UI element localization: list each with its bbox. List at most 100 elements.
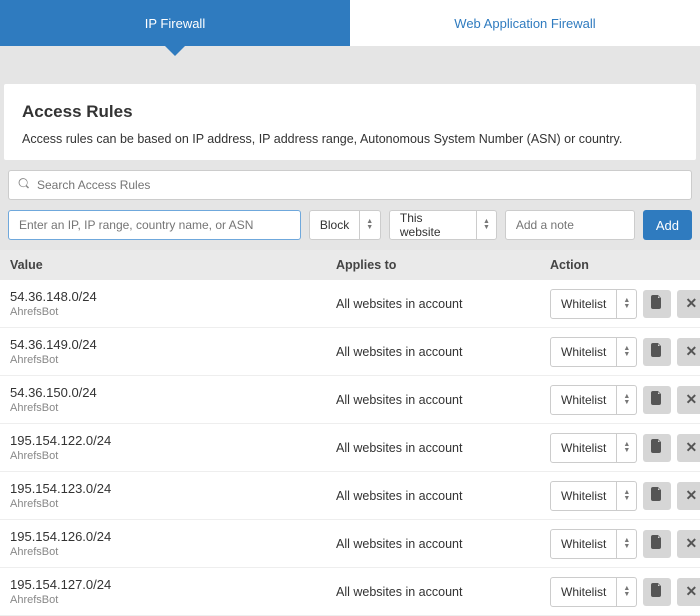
scope-select[interactable]: This website ▲▼	[389, 210, 497, 240]
close-icon: ✕	[685, 487, 697, 504]
table-row: 195.154.127.0/24AhrefsBotAll websites in…	[0, 568, 700, 616]
rule-value: 54.36.150.0/24	[10, 385, 336, 400]
search-input[interactable]	[8, 170, 692, 200]
applies-text: All websites in account	[336, 537, 462, 551]
controls: Block ▲▼ This website ▲▼ Add	[0, 160, 700, 240]
row-action-select[interactable]: Whitelist▲▼	[550, 337, 637, 367]
delete-button[interactable]: ✕	[677, 482, 700, 510]
action-type-label: Block	[310, 218, 359, 232]
action-group: Whitelist▲▼ ✕	[550, 529, 700, 559]
tab-waf[interactable]: Web Application Firewall	[350, 0, 700, 46]
delete-button[interactable]: ✕	[677, 338, 700, 366]
rule-note: AhrefsBot	[10, 354, 336, 366]
rule-value: 54.36.148.0/24	[10, 289, 336, 304]
close-icon: ✕	[685, 583, 697, 600]
scope-label: This website	[390, 211, 476, 239]
applies-text: All websites in account	[336, 585, 462, 599]
heading-panel: Access Rules Access rules can be based o…	[4, 84, 696, 160]
edit-note-button[interactable]	[643, 338, 671, 366]
ip-input[interactable]	[8, 210, 301, 240]
edit-note-button[interactable]	[643, 434, 671, 462]
document-icon	[651, 487, 663, 504]
cell-action: Whitelist▲▼ ✕	[550, 481, 700, 511]
cell-applies: All websites in account	[336, 344, 550, 359]
edit-note-button[interactable]	[643, 482, 671, 510]
chevron-updown-icon: ▲▼	[616, 434, 636, 462]
row-action-select[interactable]: Whitelist▲▼	[550, 577, 637, 607]
close-icon: ✕	[685, 391, 697, 408]
table-row: 54.36.148.0/24AhrefsBotAll websites in a…	[0, 280, 700, 328]
tab-gap	[0, 46, 700, 84]
applies-text: All websites in account	[336, 297, 462, 311]
cell-action: Whitelist▲▼ ✕	[550, 337, 700, 367]
tab-waf-label: Web Application Firewall	[454, 16, 595, 31]
cell-value: 195.154.127.0/24AhrefsBot	[10, 577, 336, 606]
tabs: IP Firewall Web Application Firewall	[0, 0, 700, 46]
table-header: Value Applies to Action	[0, 250, 700, 280]
row-action-select[interactable]: Whitelist▲▼	[550, 433, 637, 463]
document-icon	[651, 583, 663, 600]
close-icon: ✕	[685, 535, 697, 552]
cell-applies: All websites in account	[336, 440, 550, 455]
chevron-updown-icon: ▲▼	[616, 530, 636, 558]
rule-value: 195.154.122.0/24	[10, 433, 336, 448]
delete-button[interactable]: ✕	[677, 434, 700, 462]
table-row: 54.36.150.0/24AhrefsBotAll websites in a…	[0, 376, 700, 424]
cell-value: 54.36.149.0/24 AhrefsBot	[10, 337, 336, 366]
action-type-select[interactable]: Block ▲▼	[309, 210, 381, 240]
table-row: 195.154.122.0/24AhrefsBotAll websites in…	[0, 424, 700, 472]
cell-value: 195.154.123.0/24 AhrefsBot	[10, 481, 336, 510]
applies-text: All websites in account	[336, 393, 462, 407]
note-input[interactable]	[505, 210, 635, 240]
delete-button[interactable]: ✕	[677, 386, 700, 414]
tab-ip-firewall[interactable]: IP Firewall	[0, 0, 350, 46]
cell-action: Whitelist▲▼ ✕	[550, 577, 700, 607]
row-action-select[interactable]: Whitelist▲▼	[550, 385, 637, 415]
row-action-label: Whitelist	[551, 441, 616, 455]
delete-button[interactable]: ✕	[677, 530, 700, 558]
rule-value: 54.36.149.0/24	[10, 337, 336, 352]
th-action: Action	[550, 258, 690, 272]
action-group: Whitelist▲▼ ✕	[550, 577, 700, 607]
cell-applies: All websites in account	[336, 488, 550, 503]
delete-button[interactable]: ✕	[677, 290, 700, 318]
add-rule-row: Block ▲▼ This website ▲▼ Add	[8, 210, 692, 240]
row-action-label: Whitelist	[551, 489, 616, 503]
delete-button[interactable]: ✕	[677, 578, 700, 606]
cell-applies: All websites in account	[336, 536, 550, 551]
edit-note-button[interactable]	[643, 290, 671, 318]
chevron-updown-icon: ▲▼	[616, 338, 636, 366]
row-action-select[interactable]: Whitelist▲▼	[550, 529, 637, 559]
cell-action: Whitelist▲▼ ✕	[550, 385, 700, 415]
close-icon: ✕	[685, 295, 697, 312]
row-action-label: Whitelist	[551, 297, 616, 311]
chevron-updown-icon: ▲▼	[616, 482, 636, 510]
add-button[interactable]: Add	[643, 210, 692, 240]
row-action-select[interactable]: Whitelist▲▼	[550, 289, 637, 319]
cell-value: 54.36.150.0/24AhrefsBot	[10, 385, 336, 414]
rule-value: 195.154.123.0/24	[10, 481, 336, 496]
chevron-updown-icon: ▲▼	[616, 290, 636, 318]
applies-text: All websites in account	[336, 489, 462, 503]
th-applies: Applies to	[336, 258, 550, 272]
search-wrap	[8, 170, 692, 200]
cell-applies: All websites in account	[336, 296, 550, 311]
close-icon: ✕	[685, 343, 697, 360]
cell-action: Whitelist▲▼ ✕	[550, 289, 700, 319]
cell-action: Whitelist▲▼ ✕	[550, 529, 700, 559]
action-group: Whitelist▲▼ ✕	[550, 481, 700, 511]
row-action-select[interactable]: Whitelist▲▼	[550, 481, 637, 511]
chevron-updown-icon: ▲▼	[616, 578, 636, 606]
row-action-label: Whitelist	[551, 345, 616, 359]
rule-value: 195.154.126.0/24	[10, 529, 336, 544]
cell-value: 195.154.122.0/24AhrefsBot	[10, 433, 336, 462]
document-icon	[651, 439, 663, 456]
edit-note-button[interactable]	[643, 386, 671, 414]
action-group: Whitelist▲▼ ✕	[550, 289, 700, 319]
cell-value: 195.154.126.0/24AhrefsBot	[10, 529, 336, 558]
edit-note-button[interactable]	[643, 578, 671, 606]
action-group: Whitelist▲▼ ✕	[550, 385, 700, 415]
table-row: 195.154.123.0/24 AhrefsBotAll websites in…	[0, 472, 700, 520]
rule-note: AhrefsBot	[10, 498, 336, 510]
edit-note-button[interactable]	[643, 530, 671, 558]
